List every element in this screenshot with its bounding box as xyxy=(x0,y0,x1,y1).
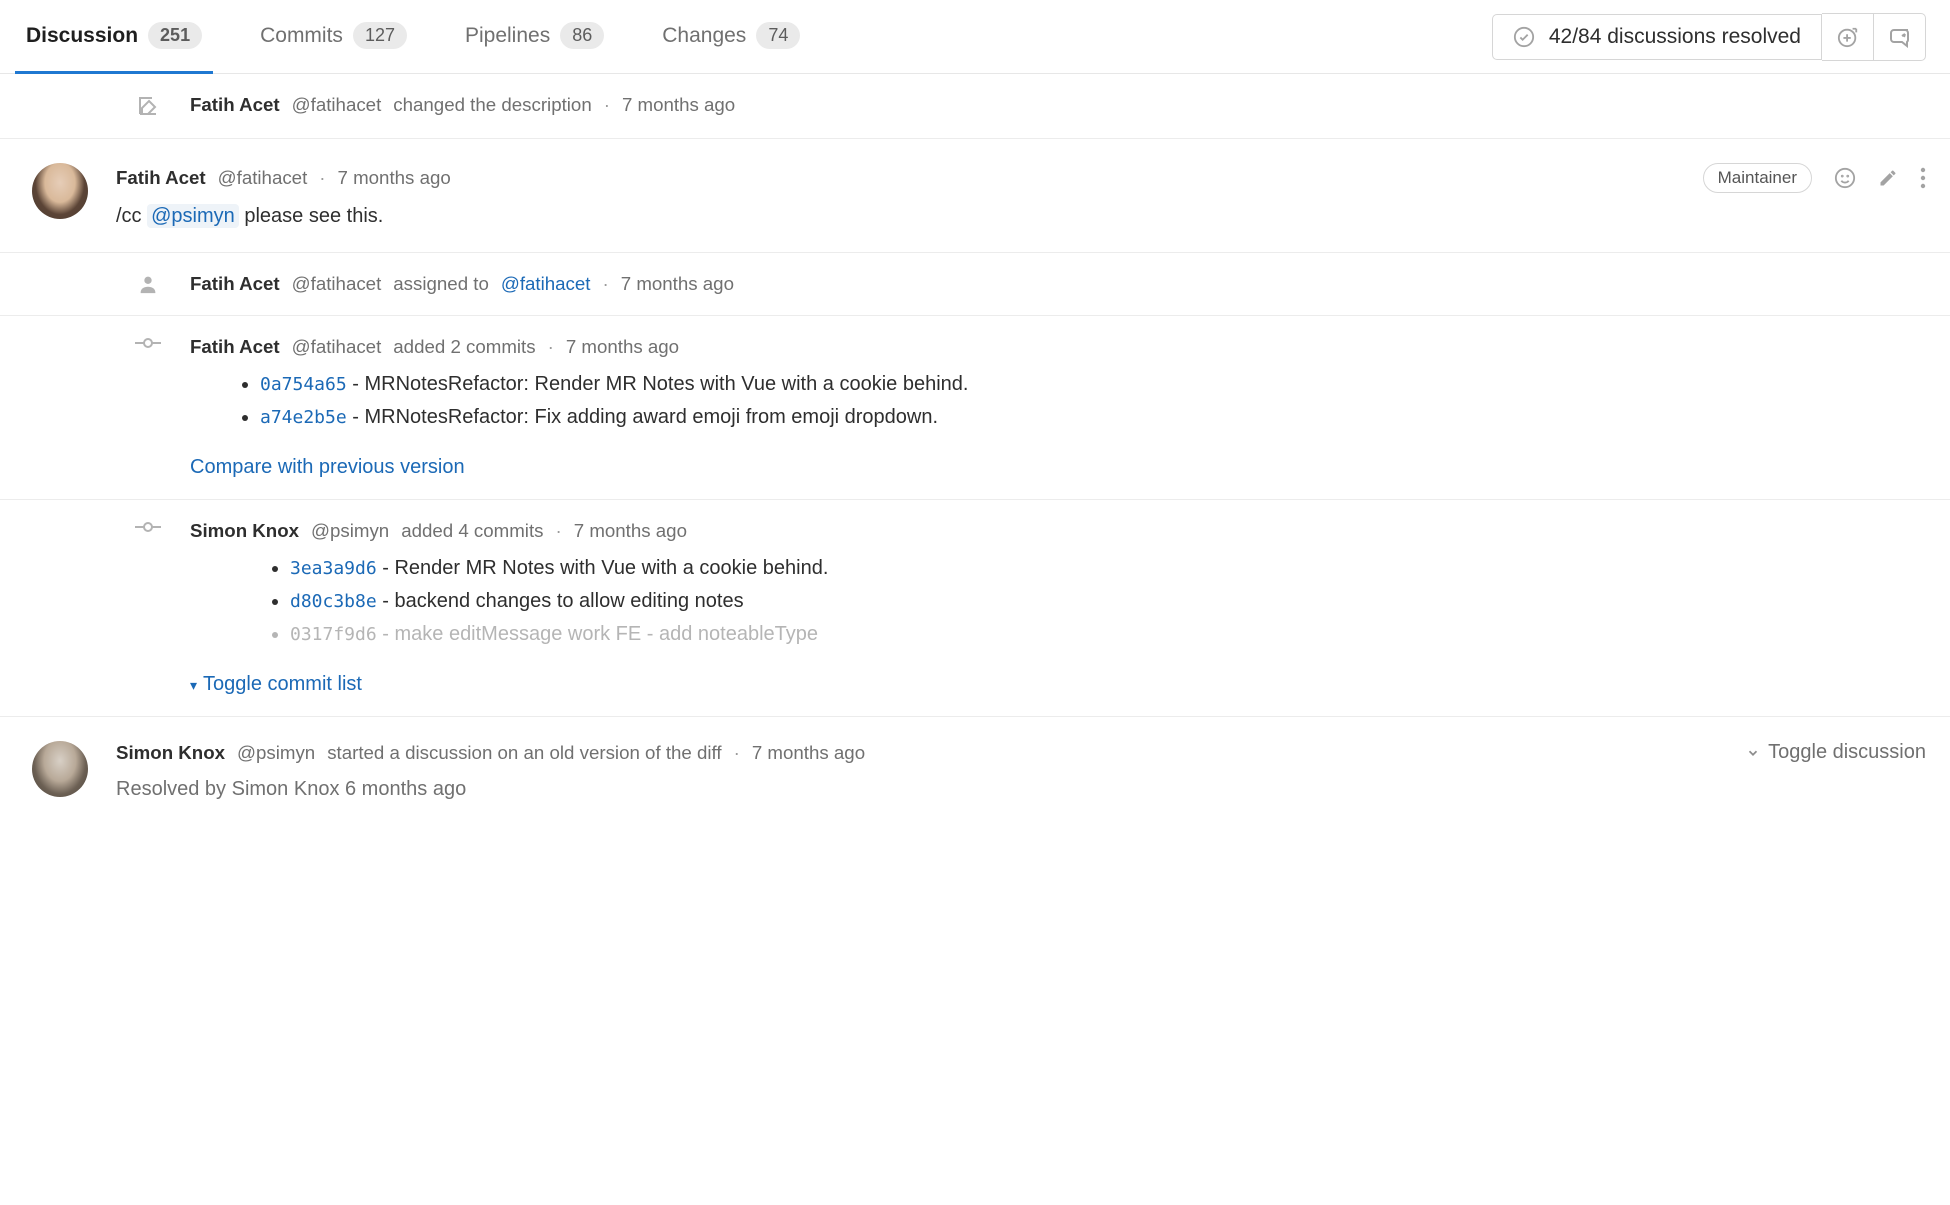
tab-discussion[interactable]: Discussion 251 xyxy=(18,0,210,73)
note-author[interactable]: Simon Knox xyxy=(190,520,299,542)
commit-item: 3ea3a9d6 - Render MR Notes with Vue with… xyxy=(290,552,1926,585)
discussion-thread-header: Simon Knox @psimyn started a discussion … xyxy=(0,717,1950,809)
toggle-commit-list-label: Toggle commit list xyxy=(203,673,362,695)
note-author[interactable]: Fatih Acet xyxy=(190,94,280,116)
discussions-resolved-toolbar: 42/84 discussions resolved xyxy=(1492,13,1926,61)
note-handle[interactable]: @fatihacet xyxy=(292,336,382,358)
commit-msg: - MRNotesRefactor: Render MR Notes with … xyxy=(347,373,969,395)
note-timestamp[interactable]: 7 months ago xyxy=(622,94,735,116)
note-author[interactable]: Fatih Acet xyxy=(190,273,280,295)
note-timestamp[interactable]: 7 months ago xyxy=(566,336,679,358)
toggle-discussion-button[interactable]: Toggle discussion xyxy=(1746,741,1926,764)
check-circle-icon xyxy=(1513,26,1535,48)
commit-msg: - make editMessage work FE - add noteabl… xyxy=(377,623,818,645)
note-content: /cc @psimyn please see this. xyxy=(116,205,1926,228)
commit-item-faded: 0317f9d6 - make editMessage work FE - ad… xyxy=(290,618,1926,651)
edit-icon xyxy=(136,94,160,118)
mr-tabs: Discussion 251 Commits 127 Pipelines 86 … xyxy=(18,0,1468,73)
system-note-description-changed: Fatih Acet @fatihacet changed the descri… xyxy=(0,74,1950,139)
assignee-mention[interactable]: @fatihacet xyxy=(501,273,591,295)
commit-msg: - backend changes to allow editing notes xyxy=(377,590,744,612)
discussions-resolved-text: 42/84 discussions resolved xyxy=(1549,25,1801,49)
toggle-commit-list-link[interactable]: ▾ Toggle commit list xyxy=(190,673,362,696)
note-timestamp[interactable]: 7 months ago xyxy=(574,520,687,542)
system-note-commits: Fatih Acet @fatihacet added 2 commits · … xyxy=(0,316,1950,500)
note-action-prefix: assigned to xyxy=(393,273,489,295)
discussion-resolved-by: Resolved by Simon Knox 6 months ago xyxy=(116,778,1926,801)
chevron-down-icon xyxy=(1746,746,1760,760)
separator: · xyxy=(319,167,325,189)
note-text-suffix: please see this. xyxy=(239,205,384,227)
commit-msg: - Render MR Notes with Vue with a cookie… xyxy=(377,557,829,579)
note-author[interactable]: Simon Knox xyxy=(116,742,225,764)
commit-icon xyxy=(135,336,161,350)
user-note: Fatih Acet @fatihacet · 7 months ago Mai… xyxy=(0,139,1950,253)
commit-item: a74e2b5e - MRNotesRefactor: Fix adding a… xyxy=(260,401,1926,434)
discussions-resolved-status: 42/84 discussions resolved xyxy=(1492,14,1822,60)
separator: · xyxy=(548,336,554,358)
commit-sha[interactable]: d80c3b8e xyxy=(290,591,377,612)
jump-to-unresolved-button[interactable] xyxy=(1874,13,1926,61)
chevron-down-icon: ▾ xyxy=(190,677,197,694)
commit-list: 3ea3a9d6 - Render MR Notes with Vue with… xyxy=(290,552,1926,651)
note-action: added 4 commits xyxy=(401,520,543,542)
tab-pipelines-label: Pipelines xyxy=(465,24,550,48)
commit-list: 0a754a65 - MRNotesRefactor: Render MR No… xyxy=(260,368,1926,434)
note-author[interactable]: Fatih Acet xyxy=(116,167,206,189)
separator: · xyxy=(603,273,609,295)
role-badge: Maintainer xyxy=(1703,163,1812,193)
toggle-discussion-label: Toggle discussion xyxy=(1768,741,1926,764)
commit-icon xyxy=(135,520,161,534)
commit-sha[interactable]: 0317f9d6 xyxy=(290,624,377,645)
user-icon xyxy=(137,273,159,295)
kebab-icon[interactable] xyxy=(1920,167,1926,189)
note-timestamp[interactable]: 7 months ago xyxy=(621,273,734,295)
commit-item: 0a754a65 - MRNotesRefactor: Render MR No… xyxy=(260,368,1926,401)
user-mention[interactable]: @psimyn xyxy=(147,204,239,228)
note-handle[interactable]: @fatihacet xyxy=(292,273,382,295)
tab-discussion-count: 251 xyxy=(148,22,202,49)
avatar[interactable] xyxy=(32,163,88,219)
avatar[interactable] xyxy=(32,741,88,797)
system-note-commits: Simon Knox @psimyn added 4 commits · 7 m… xyxy=(0,500,1950,717)
tab-commits-label: Commits xyxy=(260,24,343,48)
note-action: added 2 commits xyxy=(393,336,535,358)
note-text-prefix: /cc xyxy=(116,205,147,227)
tab-commits-count: 127 xyxy=(353,22,407,49)
tab-changes[interactable]: Changes 74 xyxy=(654,0,808,73)
compare-versions-link[interactable]: Compare with previous version xyxy=(190,456,465,479)
tab-pipelines-count: 86 xyxy=(560,22,604,49)
note-timestamp[interactable]: 7 months ago xyxy=(338,167,451,189)
tab-pipelines[interactable]: Pipelines 86 xyxy=(457,0,612,73)
note-actions: Maintainer xyxy=(1703,163,1926,193)
tab-changes-count: 74 xyxy=(756,22,800,49)
pencil-icon[interactable] xyxy=(1878,168,1898,188)
note-handle[interactable]: @psimyn xyxy=(237,742,315,764)
commit-item: d80c3b8e - backend changes to allow edit… xyxy=(290,585,1926,618)
system-note-assigned: Fatih Acet @fatihacet assigned to @fatih… xyxy=(0,253,1950,316)
separator: · xyxy=(604,94,610,116)
note-handle[interactable]: @psimyn xyxy=(311,520,389,542)
tab-commits[interactable]: Commits 127 xyxy=(252,0,415,73)
resolve-next-issue-button[interactable] xyxy=(1822,13,1874,61)
note-handle[interactable]: @fatihacet xyxy=(218,167,308,189)
note-handle[interactable]: @fatihacet xyxy=(292,94,382,116)
note-action: started a discussion on an old version o… xyxy=(327,742,721,764)
commit-sha[interactable]: a74e2b5e xyxy=(260,407,347,428)
note-author[interactable]: Fatih Acet xyxy=(190,336,280,358)
note-timestamp[interactable]: 7 months ago xyxy=(752,742,865,764)
emoji-icon[interactable] xyxy=(1834,167,1856,189)
mr-tabs-bar: Discussion 251 Commits 127 Pipelines 86 … xyxy=(0,0,1950,74)
commit-sha[interactable]: 0a754a65 xyxy=(260,374,347,395)
note-action: changed the description xyxy=(393,94,591,116)
commit-sha[interactable]: 3ea3a9d6 xyxy=(290,558,377,579)
separator: · xyxy=(556,520,562,542)
commit-msg: - MRNotesRefactor: Fix adding award emoj… xyxy=(347,406,938,428)
tab-changes-label: Changes xyxy=(662,24,746,48)
tab-discussion-label: Discussion xyxy=(26,24,138,48)
separator: · xyxy=(734,742,740,764)
